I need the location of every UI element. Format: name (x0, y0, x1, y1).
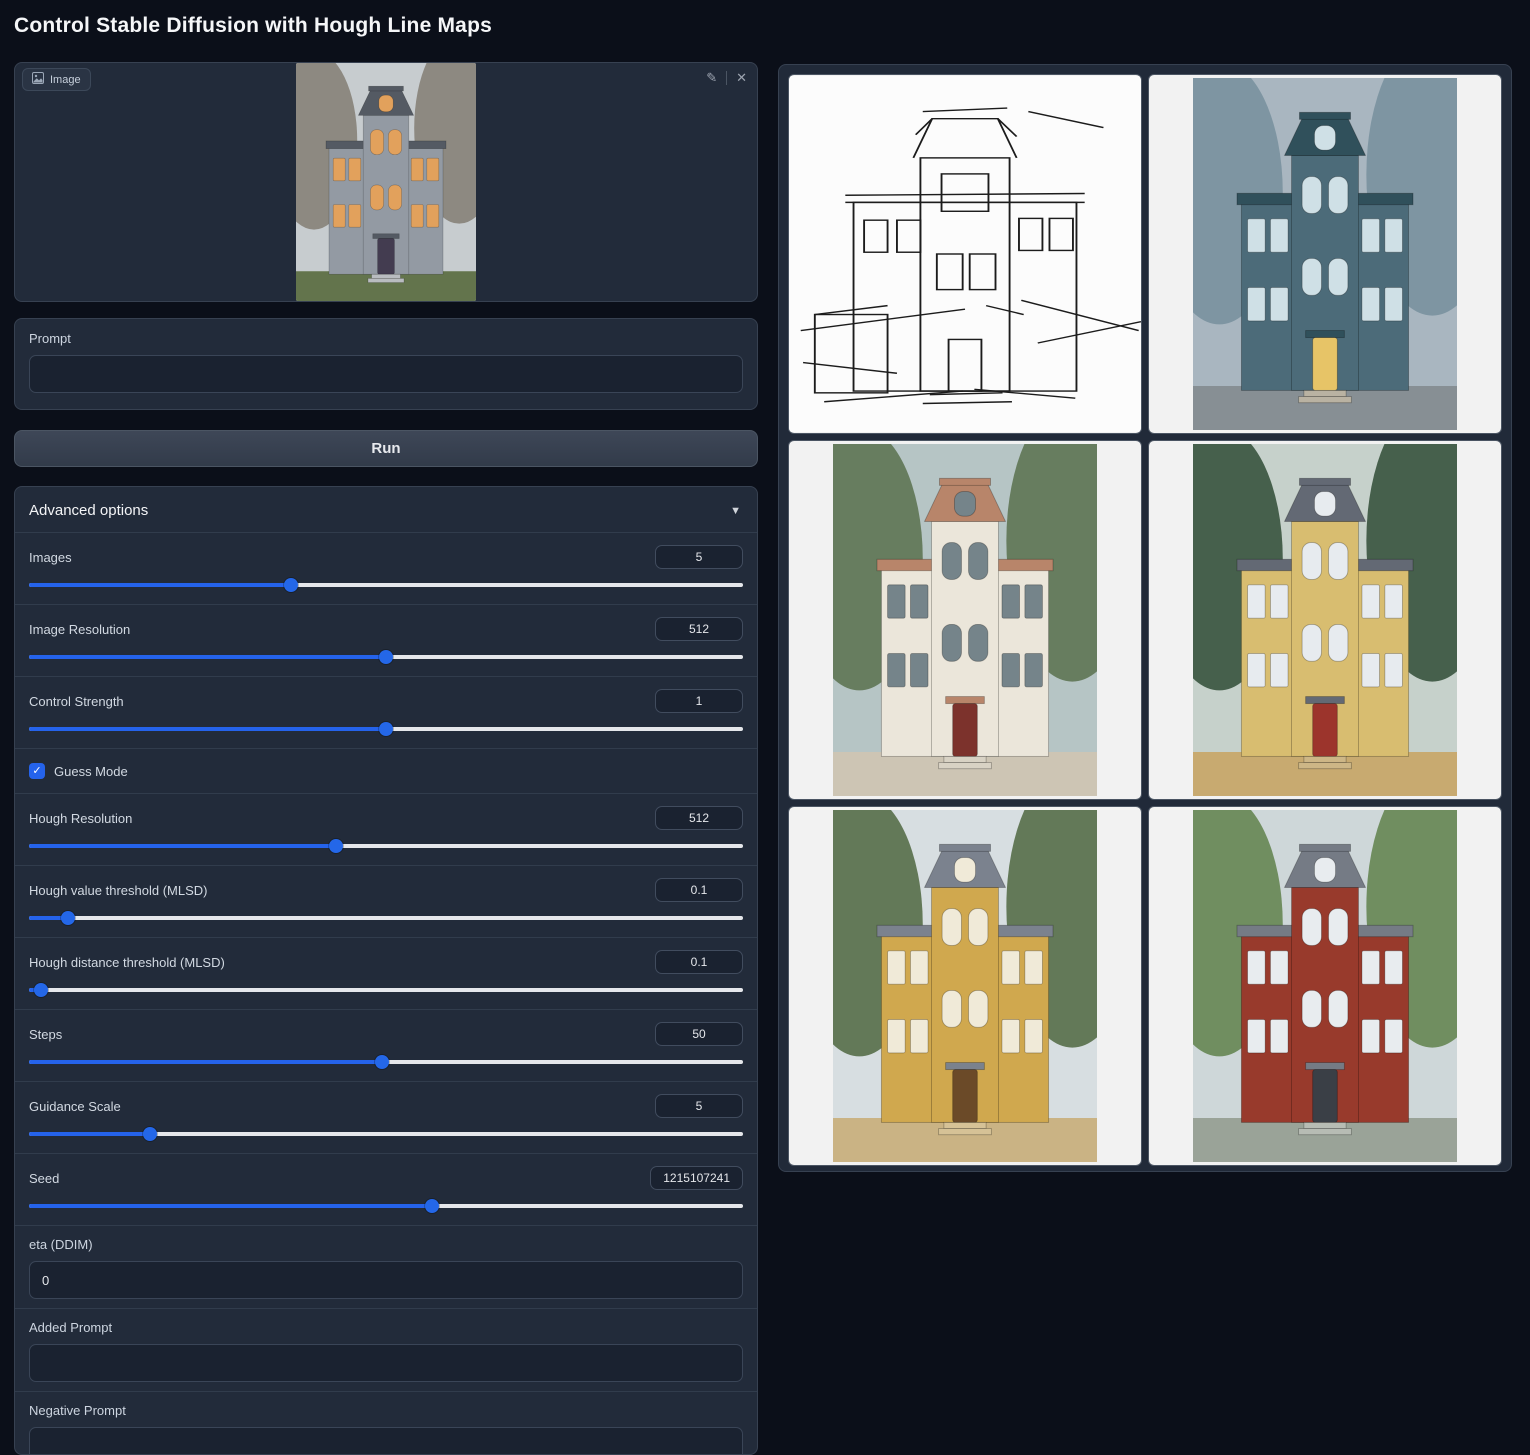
slider-value-input[interactable]: 1215107241 (650, 1166, 743, 1190)
slider-label: Image Resolution (29, 622, 130, 637)
close-icon[interactable]: ✕ (734, 69, 749, 86)
field-label: eta (DDIM) (29, 1237, 743, 1252)
gallery-item-3[interactable] (788, 440, 1142, 800)
slider-value-input[interactable]: 1 (655, 689, 743, 713)
control-group: Images 5 (15, 532, 757, 604)
field-label: Added Prompt (29, 1320, 743, 1335)
slider-label: Steps (29, 1027, 62, 1042)
slider-fill (29, 1132, 150, 1136)
slider-track[interactable] (29, 988, 743, 992)
gallery-item-6[interactable] (1148, 806, 1502, 1166)
slider-fill (29, 1060, 382, 1064)
slider-fill (29, 1204, 432, 1208)
added-prompt-input[interactable] (29, 1344, 743, 1382)
negative-prompt-input[interactable] (29, 1427, 743, 1455)
run-button[interactable]: Run (14, 430, 758, 467)
control-group: Hough value threshold (MLSD) 0.1 (15, 865, 757, 937)
advanced-controls: Images 5 Image Resolution 512 Control St… (15, 532, 757, 1455)
control-group: Negative Prompt (15, 1391, 757, 1455)
guess-mode-checkbox[interactable]: ✓ (29, 763, 45, 779)
slider[interactable] (29, 1196, 743, 1216)
gallery-item-2[interactable] (1148, 74, 1502, 434)
slider-value-input[interactable]: 512 (655, 806, 743, 830)
gallery-item-1[interactable] (788, 74, 1142, 434)
image-tab[interactable]: Image (22, 68, 91, 91)
slider-handle[interactable] (379, 650, 393, 664)
slider-handle[interactable] (34, 983, 48, 997)
slider-label: Guidance Scale (29, 1099, 121, 1114)
slider[interactable] (29, 719, 743, 739)
eta-ddim--input[interactable]: 0 (29, 1261, 743, 1299)
image-icon (32, 72, 44, 87)
control-group: Seed 1215107241 (15, 1153, 757, 1225)
input-image-panel: Image ✎ ✕ (14, 62, 758, 302)
input-image[interactable] (296, 63, 476, 301)
control-group: eta (DDIM) 0 (15, 1225, 757, 1308)
slider-handle[interactable] (284, 578, 298, 592)
slider-handle[interactable] (143, 1127, 157, 1141)
output-gallery (778, 64, 1512, 1172)
slider[interactable] (29, 647, 743, 667)
advanced-options-label: Advanced options (29, 502, 148, 519)
slider-label: Hough Resolution (29, 811, 132, 826)
advanced-options-header[interactable]: Advanced options ▼ (15, 487, 757, 532)
slider-value-input[interactable]: 5 (655, 545, 743, 569)
slider-handle[interactable] (379, 722, 393, 736)
chevron-down-icon[interactable]: ▼ (730, 505, 741, 517)
checkbox-label: Guess Mode (54, 764, 128, 779)
slider-label: Hough value threshold (MLSD) (29, 883, 207, 898)
slider-value-input[interactable]: 0.1 (655, 950, 743, 974)
prompt-panel: Prompt (14, 318, 758, 410)
control-group: Added Prompt (15, 1308, 757, 1391)
slider-fill (29, 727, 386, 731)
control-group: Image Resolution 512 (15, 604, 757, 676)
prompt-label: Prompt (29, 331, 743, 346)
slider[interactable] (29, 908, 743, 928)
slider[interactable] (29, 575, 743, 595)
slider-label: Hough distance threshold (MLSD) (29, 955, 225, 970)
slider-handle[interactable] (329, 839, 343, 853)
control-group: Steps 50 (15, 1009, 757, 1081)
control-group: Hough distance threshold (MLSD) 0.1 (15, 937, 757, 1009)
slider-label: Control Strength (29, 694, 124, 709)
control-group: Control Strength 1 (15, 676, 757, 748)
divider (726, 71, 727, 85)
image-actions: ✎ ✕ (704, 69, 749, 86)
slider[interactable] (29, 1052, 743, 1072)
slider-value-input[interactable]: 50 (655, 1022, 743, 1046)
advanced-options-panel: Advanced options ▼ Images 5 Image Resolu… (14, 486, 758, 1455)
field-label: Negative Prompt (29, 1403, 743, 1418)
slider-fill (29, 583, 291, 587)
control-group: Guidance Scale 5 (15, 1081, 757, 1153)
slider-value-input[interactable]: 512 (655, 617, 743, 641)
slider-fill (29, 655, 386, 659)
slider-label: Images (29, 550, 72, 565)
slider-value-input[interactable]: 0.1 (655, 878, 743, 902)
gallery-item-5[interactable] (788, 806, 1142, 1166)
gallery-item-4[interactable] (1148, 440, 1502, 800)
control-group: Hough Resolution 512 (15, 793, 757, 865)
prompt-input[interactable] (29, 355, 743, 393)
slider-handle[interactable] (375, 1055, 389, 1069)
slider-label: Seed (29, 1171, 59, 1186)
edit-icon[interactable]: ✎ (704, 69, 719, 86)
slider-value-input[interactable]: 5 (655, 1094, 743, 1118)
image-tab-label: Image (50, 74, 81, 86)
page-title: Control Stable Diffusion with Hough Line… (14, 14, 492, 38)
slider-handle[interactable] (425, 1199, 439, 1213)
slider-handle[interactable] (61, 911, 75, 925)
slider-fill (29, 844, 336, 848)
slider[interactable] (29, 1124, 743, 1144)
slider[interactable] (29, 836, 743, 856)
slider[interactable] (29, 980, 743, 1000)
slider-track[interactable] (29, 916, 743, 920)
gallery-grid (788, 74, 1502, 1166)
guess-mode-row[interactable]: ✓ Guess Mode (15, 748, 757, 793)
